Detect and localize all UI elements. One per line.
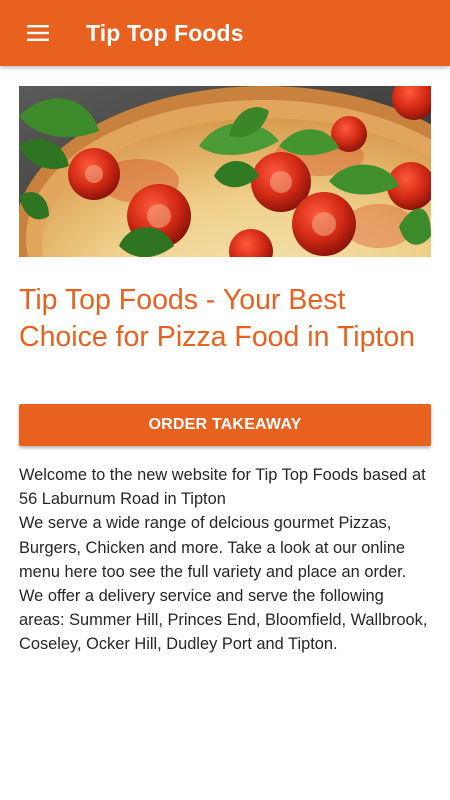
order-takeaway-button[interactable]: ORDER TAKEAWAY (19, 404, 431, 446)
menu-button[interactable] (0, 0, 76, 66)
intro-paragraph: Welcome to the new website for Tip Top F… (19, 466, 426, 509)
app-title: Tip Top Foods (86, 19, 244, 46)
hero-pizza-image (19, 86, 431, 257)
intro-text: Welcome to the new website for Tip Top F… (19, 463, 433, 657)
app-bar: Tip Top Foods (0, 0, 450, 66)
hamburger-menu-icon (27, 25, 49, 41)
intro-paragraph: We serve a wide range of delcious gourme… (19, 514, 407, 581)
page-headline: Tip Top Foods - Your Best Choice for Piz… (19, 284, 416, 353)
intro-paragraph: We offer a delivery service and serve th… (19, 587, 428, 654)
